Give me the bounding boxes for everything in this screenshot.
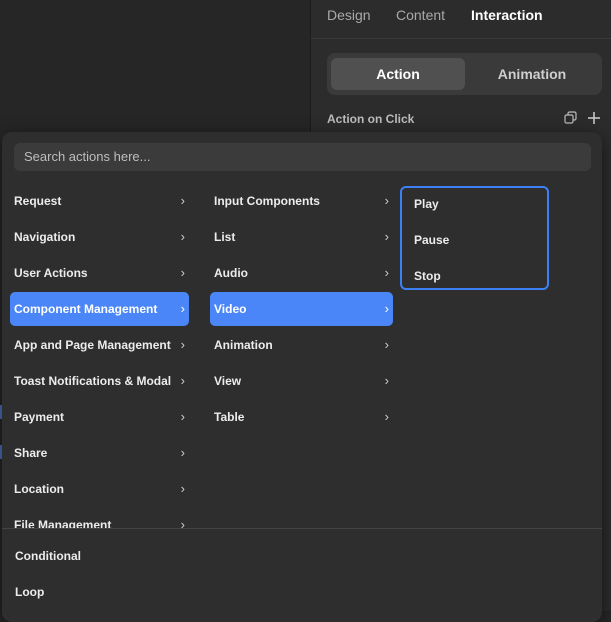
list-item-label: Share — [14, 446, 48, 460]
list-item-label: Video — [214, 302, 247, 316]
category-share[interactable]: Share › — [10, 436, 189, 470]
action-on-click-label: Action on Click — [327, 112, 415, 126]
list-item-label: List — [214, 230, 236, 244]
action-play[interactable]: Play — [414, 197, 439, 211]
list-item-label: User Actions — [14, 266, 88, 280]
list-item-label: Location — [14, 482, 64, 496]
list-item-label: Navigation — [14, 230, 76, 244]
subcategory-animation[interactable]: Animation › — [210, 328, 393, 362]
popup-footer: Conditional Loop — [2, 528, 602, 622]
category-app-and-page-management[interactable]: App and Page Management › — [10, 328, 189, 362]
conditional-item[interactable]: Conditional — [15, 549, 81, 563]
tab-interaction[interactable]: Interaction — [471, 7, 543, 23]
chevron-right-icon: › — [180, 337, 185, 352]
panel-tabs: Design Content Interaction — [311, 0, 611, 39]
list-item-label: View — [214, 374, 242, 388]
chevron-right-icon: › — [180, 481, 185, 496]
list-item-label: Toast Notifications & Modal — [14, 374, 172, 388]
chevron-right-icon: › — [180, 265, 185, 280]
chevron-right-icon: › — [384, 337, 389, 352]
action-stop[interactable]: Stop — [414, 269, 441, 283]
chevron-right-icon: › — [180, 445, 185, 460]
tab-content[interactable]: Content — [396, 7, 445, 23]
chevron-right-icon: › — [180, 301, 185, 316]
loop-item[interactable]: Loop — [15, 585, 44, 599]
tab-design[interactable]: Design — [327, 7, 371, 23]
category-location[interactable]: Location › — [10, 472, 189, 506]
chevron-right-icon: › — [180, 373, 185, 388]
list-item-label: Audio — [214, 266, 248, 280]
chevron-right-icon: › — [384, 301, 389, 316]
chevron-right-icon: › — [384, 373, 389, 388]
category-component-management[interactable]: Component Management › — [10, 292, 189, 326]
action-animation-toggle: Action Animation — [327, 53, 602, 95]
action-picker-popup: Search actions here... Request › Navigati… — [2, 132, 602, 622]
category-payment[interactable]: Payment › — [10, 400, 189, 434]
category-user-actions[interactable]: User Actions › — [10, 256, 189, 290]
chevron-right-icon: › — [384, 229, 389, 244]
copy-icon[interactable] — [563, 111, 577, 125]
list-item-label: Request — [14, 194, 62, 208]
search-actions-input[interactable]: Search actions here... — [14, 143, 591, 171]
animation-segment-button[interactable]: Animation — [465, 58, 599, 90]
chevron-right-icon: › — [180, 409, 185, 424]
action-pause[interactable]: Pause — [414, 233, 449, 247]
list-item-label: Animation — [214, 338, 273, 352]
subcategory-video[interactable]: Video › — [210, 292, 393, 326]
subcategory-list[interactable]: List › — [210, 220, 393, 254]
chevron-right-icon: › — [180, 229, 185, 244]
subcategory-audio[interactable]: Audio › — [210, 256, 393, 290]
chevron-right-icon: › — [384, 409, 389, 424]
category-toast-notifications[interactable]: Toast Notifications & Modal › — [10, 364, 189, 398]
action-segment-button[interactable]: Action — [331, 58, 465, 90]
list-item-label: App and Page Management — [14, 338, 171, 352]
subcategory-view[interactable]: View › — [210, 364, 393, 398]
chevron-right-icon: › — [180, 193, 185, 208]
subcategory-table[interactable]: Table › — [210, 400, 393, 434]
list-item-label: Table — [214, 410, 245, 424]
list-item-label: Payment — [14, 410, 65, 424]
chevron-right-icon: › — [384, 193, 389, 208]
list-item-label: Component Management — [14, 302, 158, 316]
subcategory-input-components[interactable]: Input Components › — [210, 184, 393, 218]
list-item-label: Input Components — [214, 194, 320, 208]
category-request[interactable]: Request › — [10, 184, 189, 218]
video-actions-list: Play Pause Stop — [400, 186, 549, 290]
category-navigation[interactable]: Navigation › — [10, 220, 189, 254]
chevron-right-icon: › — [384, 265, 389, 280]
plus-icon[interactable] — [587, 111, 601, 125]
